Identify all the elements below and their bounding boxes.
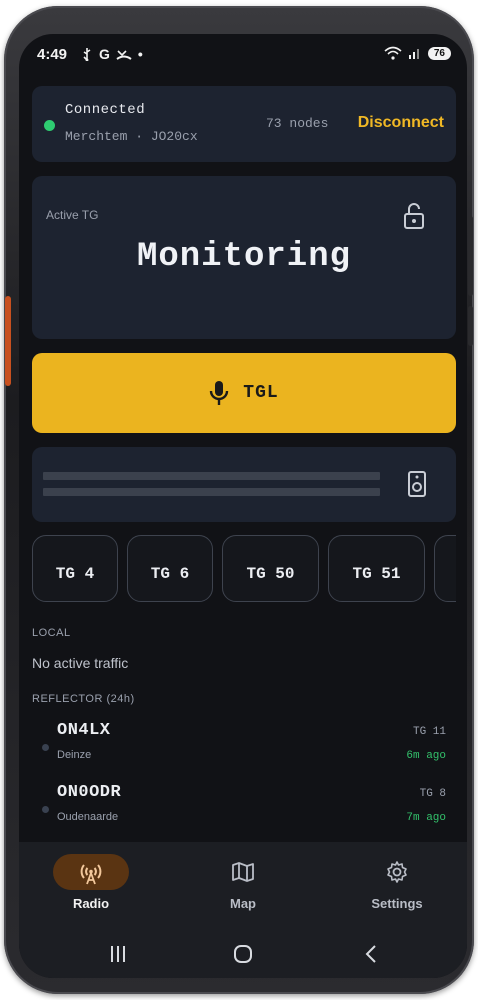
- usb-icon: [83, 48, 91, 61]
- status-time: 4:49: [37, 46, 68, 63]
- nav-settings-label: Settings: [371, 896, 423, 911]
- system-icons: 76: [384, 46, 451, 60]
- disconnect-button[interactable]: Disconnect: [358, 114, 444, 132]
- phone-frame: 4:49 G • 76 Connected Merchtem · JO20cx …: [4, 6, 474, 994]
- missed-call-icon: [116, 50, 132, 60]
- tg-chip[interactable]: TG 4: [32, 535, 118, 602]
- reflector-section-label: REFLECTOR (24h): [32, 693, 135, 705]
- system-navigation: [19, 932, 467, 978]
- notification-icons: G •: [81, 46, 143, 62]
- nav-map-pill: [205, 854, 281, 890]
- audio-level-bar: [43, 472, 380, 480]
- microphone-icon: [210, 381, 229, 405]
- gear-icon: [387, 861, 407, 883]
- map-icon: [232, 862, 254, 882]
- ptt-label: TGL: [243, 383, 279, 403]
- screen: 4:49 G • 76 Connected Merchtem · JO20cx …: [19, 34, 467, 978]
- talkgroup-chips: TG 4 TG 6 TG 50 TG 51 TG: [32, 535, 456, 603]
- home-icon[interactable]: [233, 944, 253, 964]
- nav-map-label: Map: [230, 896, 256, 911]
- nav-radio-label: Radio: [72, 896, 110, 911]
- connection-status: Connected: [65, 102, 146, 118]
- tg-chip[interactable]: TG 51: [328, 535, 425, 602]
- callsign: ON4LX: [57, 721, 111, 740]
- no-traffic-text: No active traffic: [32, 655, 129, 671]
- local-section-label: LOCAL: [32, 627, 71, 639]
- connection-card: Connected Merchtem · JO20cx 73 nodes Dis…: [32, 86, 456, 162]
- connection-location: Merchtem · JO20cx: [65, 129, 198, 144]
- time-ago: 6m ago: [406, 750, 446, 762]
- callsign: ON0ODR: [57, 783, 122, 802]
- unlock-icon[interactable]: [402, 202, 426, 230]
- power-key: [468, 306, 473, 346]
- battery-indicator: 76: [427, 46, 451, 60]
- nav-map[interactable]: Map: [173, 854, 313, 911]
- google-g-icon: G: [99, 46, 110, 62]
- signal-icon: [408, 49, 419, 59]
- audio-card: [32, 447, 456, 522]
- nav-settings[interactable]: Settings: [327, 854, 467, 911]
- dot-icon: •: [137, 46, 143, 62]
- back-icon[interactable]: [361, 944, 381, 964]
- speaker-icon[interactable]: [408, 471, 426, 497]
- active-tg-card: Active TG Monitoring: [32, 176, 456, 339]
- activity-dot: [42, 806, 49, 813]
- talkgroup-text: TG 11: [412, 726, 446, 738]
- tg-chip[interactable]: TG 50: [222, 535, 319, 602]
- audio-level-bar: [43, 488, 380, 496]
- location-text: Deinze: [57, 749, 92, 761]
- nav-settings-pill: [359, 854, 435, 890]
- volume-key: [468, 216, 473, 296]
- recent-apps-icon[interactable]: [108, 944, 128, 964]
- wifi-icon: [384, 46, 402, 60]
- push-to-talk-button[interactable]: TGL: [32, 353, 456, 433]
- tg-chip[interactable]: TG 6: [127, 535, 213, 602]
- radio-tower-icon: [80, 864, 102, 885]
- connection-indicator: [44, 120, 55, 131]
- location-text: Oudenaarde: [57, 811, 119, 823]
- active-tg-value: Monitoring: [136, 238, 352, 276]
- talkgroup-text: TG 8: [419, 788, 446, 800]
- tg-chip[interactable]: TG: [434, 535, 456, 602]
- reflector-item[interactable]: ON4LX Deinze TG 11 6m ago: [32, 716, 456, 776]
- node-count: 73 nodes: [266, 116, 329, 131]
- time-ago: 7m ago: [406, 812, 446, 824]
- reflector-item[interactable]: ON0ODR Oudenaarde TG 8 7m ago: [32, 778, 456, 838]
- status-bar: 4:49 G • 76: [19, 34, 467, 76]
- activity-dot: [42, 744, 49, 751]
- side-key: [5, 296, 11, 386]
- active-tg-label: Active TG: [46, 208, 99, 222]
- nav-radio-pill: [53, 854, 129, 890]
